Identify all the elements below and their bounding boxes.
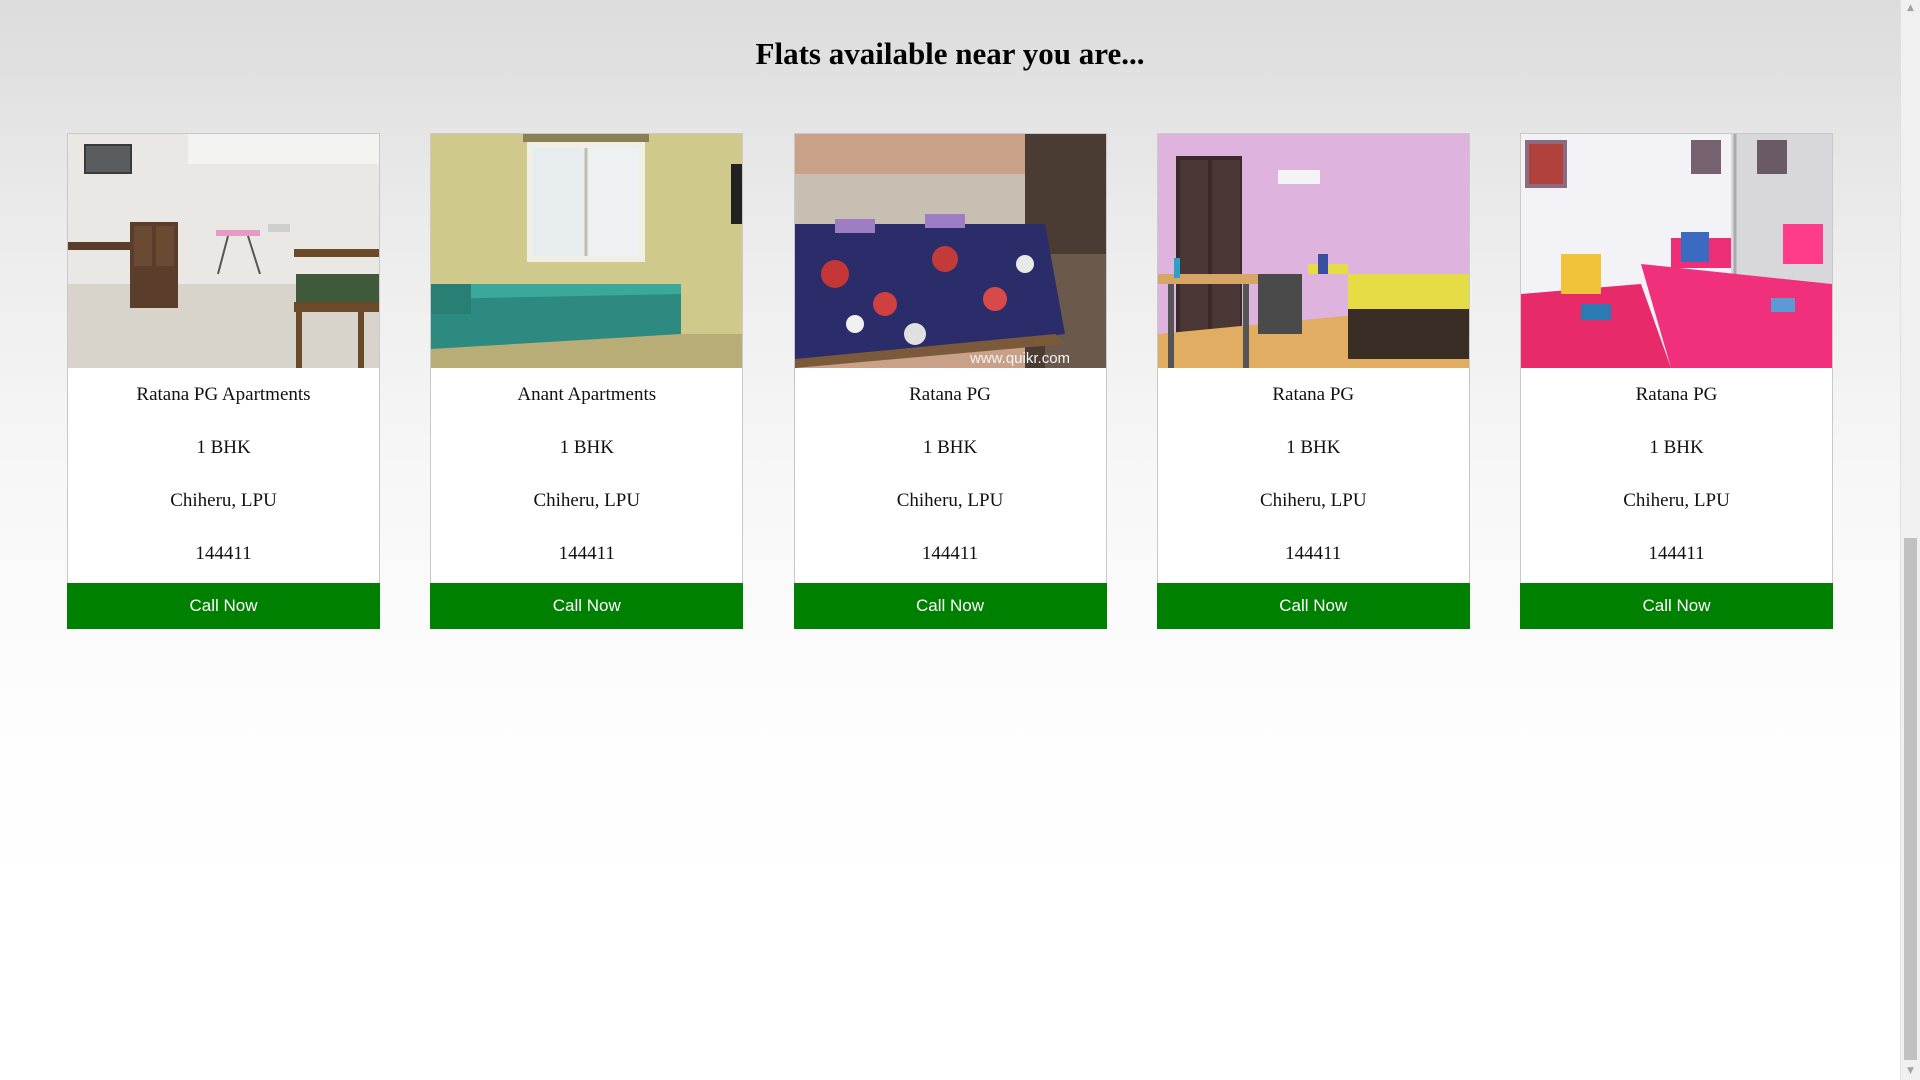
flat-card: Ratana PG 1 BHK Chiheru, LPU 144411 Call… bbox=[1520, 133, 1833, 629]
flat-type: 1 BHK bbox=[196, 437, 251, 458]
flat-card: www.quikr.com Ratana PG 1 BHK Chiheru, L… bbox=[793, 133, 1107, 629]
call-now-button[interactable]: Call Now bbox=[430, 583, 744, 629]
flat-type: 1 BHK bbox=[559, 437, 614, 458]
flat-card-list: Ratana PG Apartments 1 BHK Chiheru, LPU … bbox=[67, 133, 1833, 629]
call-now-button[interactable]: Call Now bbox=[1520, 583, 1833, 629]
flat-type: 1 BHK bbox=[922, 437, 978, 458]
call-now-button[interactable]: Call Now bbox=[1156, 583, 1470, 629]
flat-location: Chiheru, LPU bbox=[896, 490, 1004, 511]
scroll-down-arrow-icon[interactable]: ▼ bbox=[1901, 1063, 1920, 1080]
flat-info: Ratana PG 1 BHK Chiheru, LPU 144411 bbox=[1521, 368, 1832, 580]
flat-name: Ratana PG bbox=[1635, 384, 1718, 405]
scrollbar-thumb[interactable] bbox=[1904, 538, 1917, 1060]
flat-location: Chiheru, LPU bbox=[1623, 490, 1730, 511]
flat-info: Ratana PG Apartments 1 BHK Chiheru, LPU … bbox=[68, 368, 379, 580]
listing-page: Flats available near you are... Ratana P… bbox=[0, 0, 1900, 1080]
flat-pincode: 144411 bbox=[558, 543, 615, 564]
flat-location: Chiheru, LPU bbox=[170, 490, 277, 511]
flat-name: Ratana PG Apartments bbox=[136, 384, 311, 405]
flat-name: Ratana PG bbox=[909, 384, 991, 405]
scroll-up-arrow-icon[interactable]: ▲ bbox=[1901, 0, 1920, 17]
flat-photo bbox=[1521, 134, 1832, 368]
flat-photo bbox=[68, 134, 379, 368]
flat-photo bbox=[431, 134, 743, 368]
flat-photo: www.quikr.com bbox=[794, 134, 1106, 368]
flat-pincode: 144411 bbox=[195, 543, 252, 564]
flat-card: Ratana PG Apartments 1 BHK Chiheru, LPU … bbox=[67, 133, 380, 629]
photo-watermark: www.quikr.com bbox=[969, 350, 1070, 367]
flat-info: Ratana PG 1 BHK Chiheru, LPU 144411 bbox=[795, 368, 1106, 580]
flat-pincode: 144411 bbox=[1285, 543, 1342, 564]
flat-info: Ratana PG 1 BHK Chiheru, LPU 144411 bbox=[1158, 368, 1469, 580]
flat-card: Ratana PG 1 BHK Chiheru, LPU 144411 Call… bbox=[1156, 133, 1470, 629]
flat-location: Chiheru, LPU bbox=[533, 490, 641, 511]
flat-card: Anant Apartments 1 BHK Chiheru, LPU 1444… bbox=[430, 133, 744, 629]
flat-photo bbox=[1157, 134, 1469, 368]
flat-type: 1 BHK bbox=[1286, 437, 1341, 458]
flat-pincode: 144411 bbox=[1648, 543, 1705, 564]
call-now-button[interactable]: Call Now bbox=[793, 583, 1107, 629]
flat-location: Chiheru, LPU bbox=[1259, 490, 1367, 511]
flat-type: 1 BHK bbox=[1649, 437, 1704, 458]
page-heading: Flats available near you are... bbox=[755, 36, 1145, 71]
call-now-button[interactable]: Call Now bbox=[67, 583, 380, 629]
vertical-scrollbar[interactable]: ▲ ▼ bbox=[1900, 0, 1920, 1080]
flat-name: Ratana PG bbox=[1272, 384, 1355, 405]
flat-info: Anant Apartments 1 BHK Chiheru, LPU 1444… bbox=[431, 368, 742, 580]
flat-pincode: 144411 bbox=[921, 543, 979, 564]
flat-name: Anant Apartments bbox=[517, 384, 657, 405]
